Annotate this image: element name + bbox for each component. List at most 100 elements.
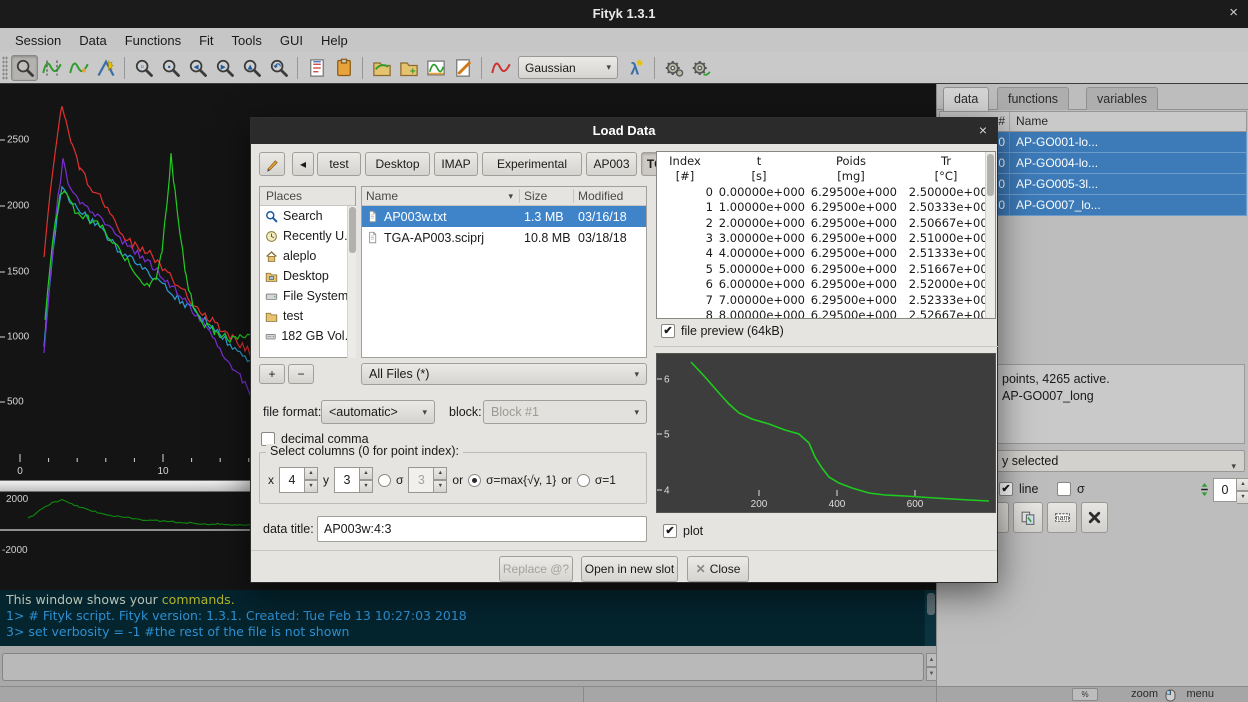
path-back-button[interactable]: ◂ (292, 152, 314, 176)
path-crumb-experimental[interactable]: Experimental (482, 152, 582, 176)
menu-tools[interactable]: Tools (223, 30, 271, 51)
spin-down-icon[interactable]: ▼ (305, 480, 318, 493)
edit-script-button[interactable] (449, 55, 476, 81)
preview-plot[interactable]: 654200400600 (656, 353, 996, 513)
menu-fit[interactable]: Fit (190, 30, 222, 51)
place-item-test[interactable]: test (260, 306, 355, 326)
add-place-button[interactable]: + (259, 364, 285, 384)
load-data-button[interactable] (368, 55, 395, 81)
menu-help[interactable]: Help (312, 30, 357, 51)
file-row-tga-ap003-sciprj[interactable]: TGA-AP003.sciprj10.8 MB03/18/18 (362, 227, 646, 248)
file-col-modified[interactable]: Modified (574, 189, 644, 203)
file-preview-checkbox[interactable]: ✔ (661, 324, 675, 338)
doc-ticks-icon (307, 58, 327, 78)
add-function-button[interactable] (65, 55, 92, 81)
export-image-button[interactable] (422, 55, 449, 81)
window-close-icon[interactable]: × (1229, 0, 1238, 28)
sigma-max-radio[interactable] (468, 474, 481, 487)
x-column-spinner[interactable]: 4▲▼ (279, 467, 318, 493)
file-preview-table[interactable]: IndextPoidsTr[#][s][mg][°C]00.00000e+000… (656, 151, 996, 319)
file-row-ap003w-txt[interactable]: AP003w.txt1.3 MB03/16/18 (362, 206, 646, 227)
spin-down-icon[interactable]: ▼ (1237, 491, 1248, 504)
place-item-desktop[interactable]: Desktop (260, 266, 355, 286)
menu-functions[interactable]: Functions (116, 30, 190, 51)
scale-toggle-button[interactable]: % (1072, 688, 1098, 701)
place-item-file-system[interactable]: File System (260, 286, 355, 306)
path-edit-toggle-button[interactable] (259, 152, 285, 176)
copy-data-button[interactable] (1013, 502, 1043, 533)
zoom-all-button[interactable]: ▫ (130, 55, 157, 81)
remove-place-button[interactable]: − (288, 364, 314, 384)
draw-function-button[interactable] (92, 55, 119, 81)
y-axis-tick-label: 2500 (7, 135, 29, 146)
menu-session[interactable]: Session (6, 30, 70, 51)
activate-data-button[interactable] (38, 55, 65, 81)
preview-cell: 1 (657, 200, 713, 215)
file-col-size[interactable]: Size (520, 189, 574, 203)
zoom-rectangle-button[interactable] (11, 55, 38, 81)
preview-table-scrollbar[interactable] (985, 152, 995, 318)
sigma-column-radio[interactable] (378, 474, 391, 487)
dialog-close-icon[interactable]: × (979, 118, 987, 144)
toolbar-drag-handle[interactable] (2, 56, 8, 80)
display-mode-value: y selected (1002, 454, 1058, 468)
plot-checkbox[interactable]: ✔ (663, 524, 677, 538)
zoom-vertical-button[interactable]: ▴ (238, 55, 265, 81)
function-type-select[interactable]: Gaussian▾ (518, 56, 618, 79)
spin-down-icon[interactable]: ▼ (360, 480, 373, 493)
function-curve-button[interactable] (487, 55, 514, 81)
sigma-column-spinner[interactable]: 3▲▼ (408, 467, 447, 493)
chart-frame-icon (426, 58, 446, 78)
data-title-input[interactable]: AP003w:4:3 (317, 516, 647, 542)
undo-zoom-button[interactable]: ↶ (265, 55, 292, 81)
fit-run-button[interactable] (660, 55, 687, 81)
file-filter-dropdown[interactable]: All Files (*)▾ (361, 363, 647, 385)
point-size-spinner[interactable]: 0▲▼ (1213, 478, 1248, 502)
menu-data[interactable]: Data (70, 30, 115, 51)
place-item-aleplo[interactable]: aleplo (260, 246, 355, 266)
tab-functions[interactable]: functions (997, 87, 1069, 110)
axes-settings-button[interactable] (303, 55, 330, 81)
svg-text:+: + (409, 66, 415, 77)
folder-icon (265, 310, 278, 323)
path-crumb-test[interactable]: test (317, 152, 361, 176)
delete-data-button[interactable] (1081, 502, 1108, 533)
path-crumb-desktop[interactable]: Desktop (365, 152, 430, 176)
auto-add-peak-button[interactable]: λ (622, 55, 649, 81)
command-input[interactable] (2, 653, 924, 681)
zoom-left-button[interactable]: ◂ (184, 55, 211, 81)
close-button[interactable]: ✕Close (687, 556, 749, 582)
sigma-checkbox[interactable] (1057, 482, 1071, 496)
tab-variables[interactable]: variables (1086, 87, 1158, 110)
title-bar: Fityk 1.3.1 × (0, 0, 1248, 28)
spin-up-icon[interactable]: ▲ (305, 467, 318, 480)
sigma-one-radio[interactable] (577, 474, 590, 487)
zoom-previous-button[interactable]: ▪ (157, 55, 184, 81)
line-checkbox[interactable]: ✔ (999, 482, 1013, 496)
replace-button[interactable]: Replace @? (499, 556, 573, 582)
pencil-icon (265, 157, 280, 172)
spin-up-icon[interactable]: ▲ (360, 467, 373, 480)
file-col-name[interactable]: Name▾ (362, 189, 520, 203)
zoom-right-button[interactable]: ▸ (211, 55, 238, 81)
spin-up-icon[interactable]: ▲ (434, 467, 447, 480)
place-item-recently-u-[interactable]: Recently U... (260, 226, 355, 246)
path-crumb-imap[interactable]: IMAP (434, 152, 478, 176)
place-item-search[interactable]: Search (260, 206, 355, 226)
file-format-dropdown[interactable]: <automatic>▾ (321, 400, 435, 424)
places-scrollbar[interactable] (347, 206, 356, 358)
spin-up-icon[interactable]: ▲ (1237, 478, 1248, 491)
open-in-new-slot-button[interactable]: Open in new slot (581, 556, 678, 582)
menu-gui[interactable]: GUI (271, 30, 312, 51)
data-settings-button[interactable] (330, 55, 357, 81)
console-scrollbar[interactable] (924, 590, 936, 646)
spin-down-icon[interactable]: ▼ (434, 480, 447, 493)
rename-data-button[interactable]: nam (1047, 502, 1077, 533)
path-crumb-ap003[interactable]: AP003 (586, 152, 637, 176)
load-data-custom-button[interactable]: + (395, 55, 422, 81)
place-item-182-gb-vol-[interactable]: 182 GB Vol... (260, 326, 355, 346)
y-column-spinner[interactable]: 3▲▼ (334, 467, 373, 493)
tab-data[interactable]: data (943, 87, 989, 111)
block-dropdown[interactable]: Block #1▾ (483, 400, 647, 424)
fit-continue-button[interactable] (687, 55, 714, 81)
